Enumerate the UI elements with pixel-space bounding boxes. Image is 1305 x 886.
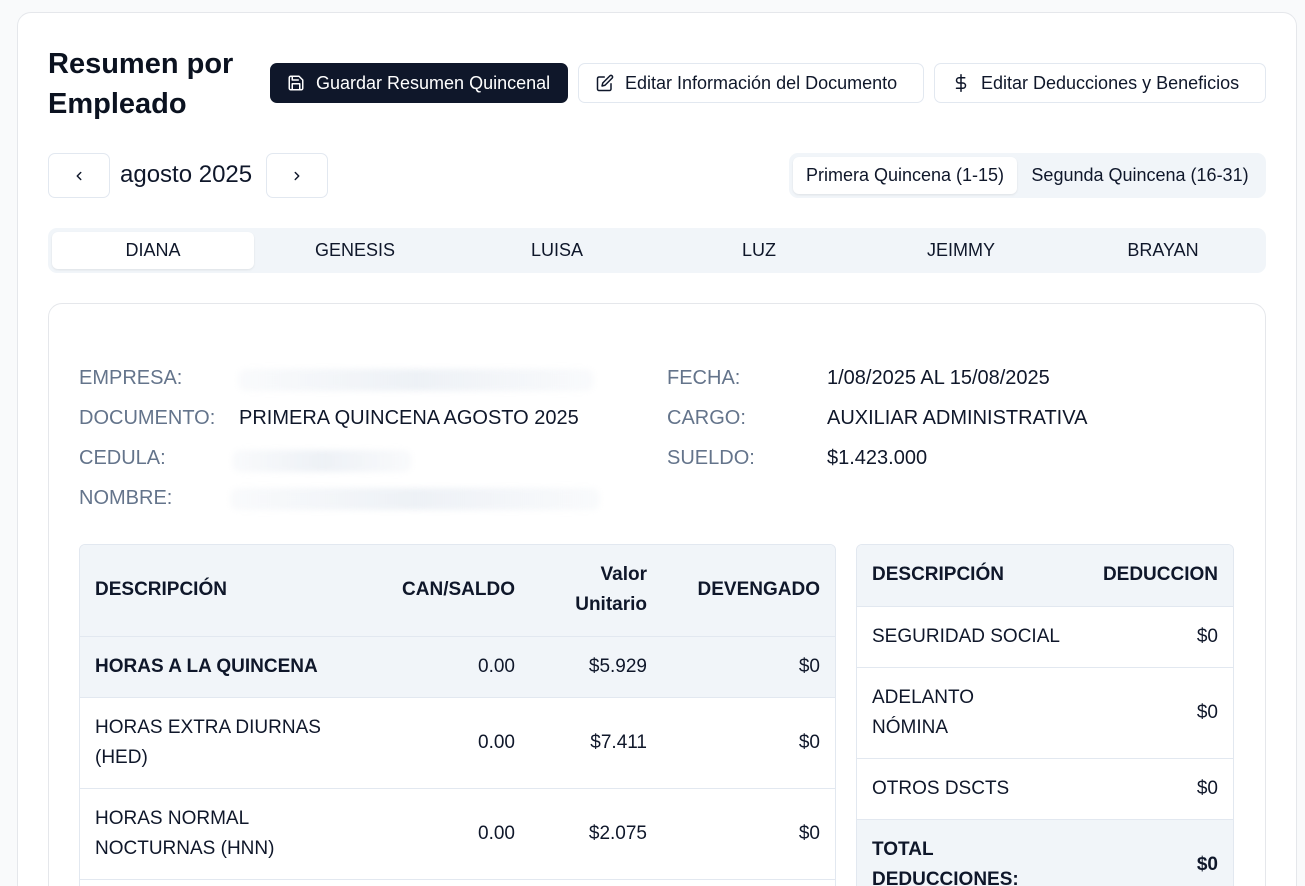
table-row: ADELANTO NÓMINA $0 bbox=[857, 667, 1233, 759]
col-can-saldo: CAN/SALDO bbox=[380, 545, 530, 637]
cedula-value-redacted bbox=[232, 450, 412, 472]
col-ded-descripcion: DESCRIPCIÓN bbox=[857, 545, 1083, 607]
period-first-half[interactable]: Primera Quincena (1-15) bbox=[793, 157, 1017, 194]
cargo-label: CARGO: bbox=[667, 407, 746, 429]
tab-employee-genesis[interactable]: GENESIS bbox=[254, 232, 456, 269]
edit-icon bbox=[595, 73, 615, 93]
empresa-label: EMPRESA: bbox=[79, 367, 183, 389]
documento-label: DOCUMENTO: bbox=[79, 407, 216, 429]
previous-month-button[interactable] bbox=[48, 153, 110, 198]
period-toggle: Primera Quincena (1-15) Segunda Quincena… bbox=[789, 153, 1266, 198]
col-valor-unitario: Valor Unitario bbox=[530, 545, 662, 637]
sueldo-label: SUELDO: bbox=[667, 447, 755, 469]
tab-employee-jeimmy[interactable]: JEIMMY bbox=[860, 232, 1062, 269]
cargo-value: AUXILIAR ADMINISTRATIVA bbox=[827, 407, 1088, 429]
edit-deductions-label: Editar Deducciones y Beneficios bbox=[981, 72, 1240, 93]
deductions-table: DESCRIPCIÓN DEDUCCION SEGURIDAD SOCIAL $… bbox=[856, 544, 1234, 886]
next-month-button[interactable] bbox=[266, 153, 328, 198]
documento-value: PRIMERA QUINCENA AGOSTO 2025 bbox=[239, 407, 579, 429]
fecha-label: FECHA: bbox=[667, 367, 741, 389]
edit-document-label: Editar Información del Documento bbox=[625, 72, 898, 93]
table-row: HORAS A LA QUINCENA 0.00 $5.929 $0 bbox=[80, 636, 835, 698]
chevron-right-icon bbox=[294, 171, 300, 180]
edit-document-button[interactable]: Editar Información del Documento bbox=[578, 63, 924, 103]
dollar-icon bbox=[951, 73, 971, 93]
save-icon bbox=[286, 73, 306, 93]
table-row: HORAS EXTRA DIURNAS (HED) 0.00 $7.411 $0 bbox=[80, 697, 835, 789]
save-summary-label: Guardar Resumen Quincenal bbox=[316, 72, 551, 93]
earnings-table: DESCRIPCIÓN CAN/SALDO Valor Unitario DEV… bbox=[79, 544, 836, 886]
cedula-label: CEDULA: bbox=[79, 447, 166, 469]
tab-employee-luisa[interactable]: LUISA bbox=[456, 232, 658, 269]
total-row: TOTAL DEDUCCIONES: $0 bbox=[857, 819, 1233, 886]
table-row: HORAS NORMAL NOCTURNAS (HNN) 0.00 $2.075… bbox=[80, 788, 835, 880]
tab-employee-luz[interactable]: LUZ bbox=[658, 232, 860, 269]
tab-employee-brayan[interactable]: BRAYAN bbox=[1062, 232, 1264, 269]
save-summary-button[interactable]: Guardar Resumen Quincenal bbox=[270, 63, 568, 103]
edit-deductions-button[interactable]: Editar Deducciones y Beneficios bbox=[934, 63, 1266, 103]
nombre-label: NOMBRE: bbox=[79, 487, 173, 509]
col-deduccion: DEDUCCION bbox=[1082, 545, 1233, 607]
chevron-left-icon bbox=[76, 171, 82, 180]
sueldo-value: $1.423.000 bbox=[827, 447, 928, 469]
month-label: agosto 2025 bbox=[120, 161, 253, 188]
tab-employee-diana[interactable]: DIANA bbox=[52, 232, 254, 269]
empresa-value-redacted bbox=[238, 369, 594, 391]
col-descripcion: DESCRIPCIÓN bbox=[80, 545, 380, 637]
period-second-half[interactable]: Segunda Quincena (16-31) bbox=[1019, 157, 1261, 194]
table-row: OTROS DSCTS $0 bbox=[857, 758, 1233, 820]
fecha-value: 1/08/2025 AL 15/08/2025 bbox=[827, 367, 1050, 389]
employee-tabs: DIANA GENESIS LUISA LUZ JEIMMY BRAYAN bbox=[48, 228, 1266, 273]
table-row bbox=[80, 879, 835, 886]
page-title: Resumen por Empleado bbox=[48, 48, 234, 120]
col-devengado: DEVENGADO bbox=[662, 545, 835, 637]
table-row: SEGURIDAD SOCIAL $0 bbox=[857, 606, 1233, 668]
nombre-value-redacted bbox=[230, 488, 600, 510]
